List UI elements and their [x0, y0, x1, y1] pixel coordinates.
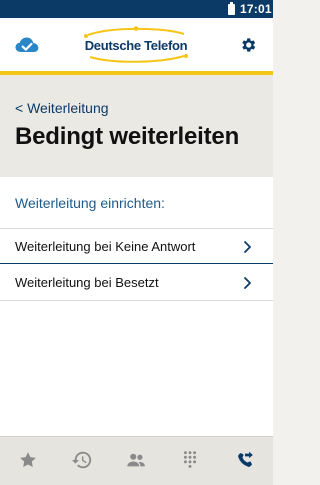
back-link[interactable]: < Weiterleitung	[15, 100, 109, 116]
star-icon	[20, 452, 36, 468]
chevron-right-icon	[244, 277, 251, 289]
bottom-tab-bar	[0, 436, 273, 485]
status-time: 17:01	[240, 2, 272, 16]
page-title: Bedingt weiterleiten	[15, 123, 240, 150]
tab-dialpad[interactable]	[179, 449, 201, 471]
list-item-label: Weiterleitung bei Besetzt	[15, 275, 159, 290]
app-header: Deutsche Telefon	[0, 18, 273, 75]
contacts-icon	[127, 453, 145, 467]
chevron-right-icon	[244, 241, 251, 253]
call-forward-icon	[238, 451, 253, 467]
gear-icon[interactable]	[239, 36, 257, 54]
status-bar: 17:01	[0, 0, 273, 18]
title-area: < Weiterleitung Bedingt weiterleiten	[0, 75, 273, 177]
brand-name: Deutsche Telefon	[84, 38, 188, 53]
history-icon	[71, 451, 92, 469]
dialpad-icon	[183, 451, 197, 468]
list-item-no-answer[interactable]: Weiterleitung bei Keine Antwort	[0, 228, 273, 264]
brand-logo: Deutsche Telefon	[80, 26, 192, 64]
tab-call-forwarding[interactable]	[234, 449, 256, 471]
battery-icon	[228, 2, 235, 15]
list-item-busy[interactable]: Weiterleitung bei Besetzt	[0, 265, 273, 301]
tab-history[interactable]	[71, 449, 93, 471]
list-item-label: Weiterleitung bei Keine Antwort	[15, 239, 196, 254]
section-label: Weiterleitung einrichten:	[15, 195, 165, 211]
forwarding-list: Weiterleitung einrichten: Weiterleitung …	[0, 177, 273, 436]
cloud-sync-icon[interactable]	[14, 35, 40, 55]
tab-favorites[interactable]	[17, 449, 39, 471]
tab-contacts[interactable]	[125, 449, 147, 471]
